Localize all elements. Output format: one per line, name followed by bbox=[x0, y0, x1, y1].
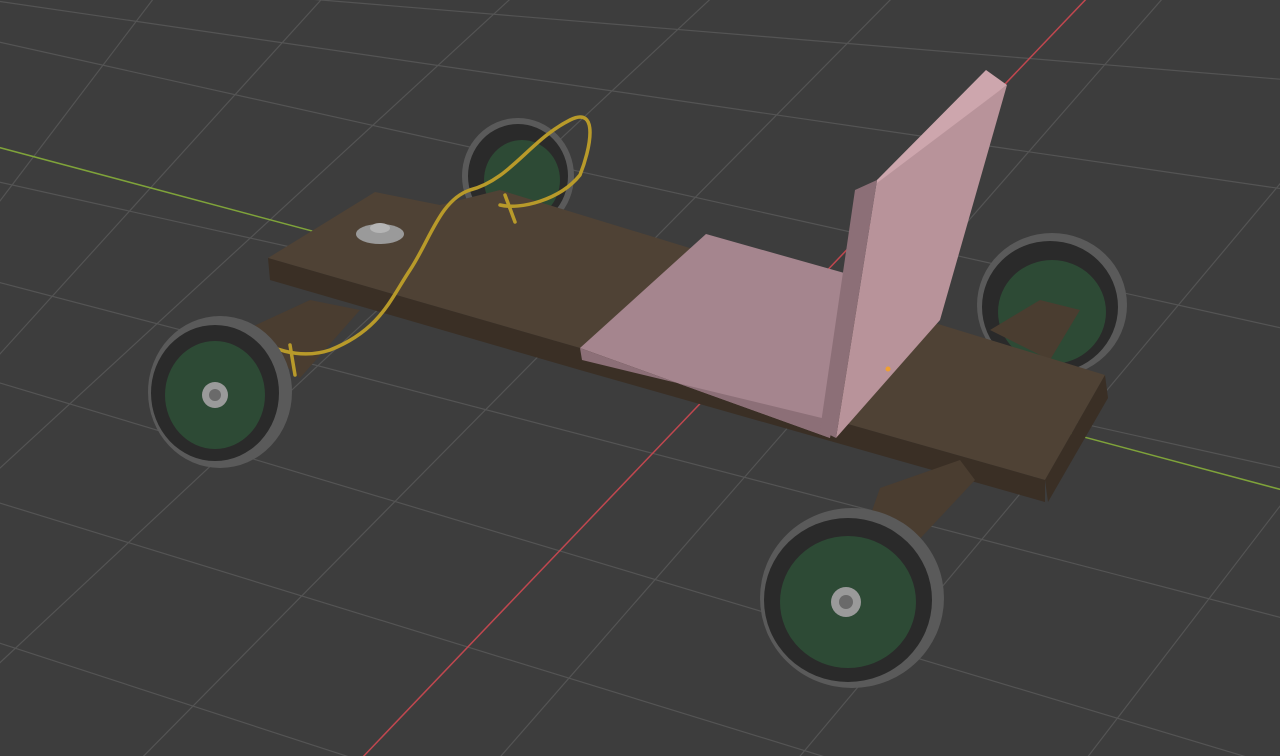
wheel-front-right[interactable] bbox=[760, 508, 944, 688]
viewport-canvas[interactable] bbox=[0, 0, 1280, 756]
3d-viewport[interactable] bbox=[0, 0, 1280, 756]
object-origin bbox=[885, 366, 891, 372]
wheel-front-left[interactable] bbox=[148, 316, 292, 468]
